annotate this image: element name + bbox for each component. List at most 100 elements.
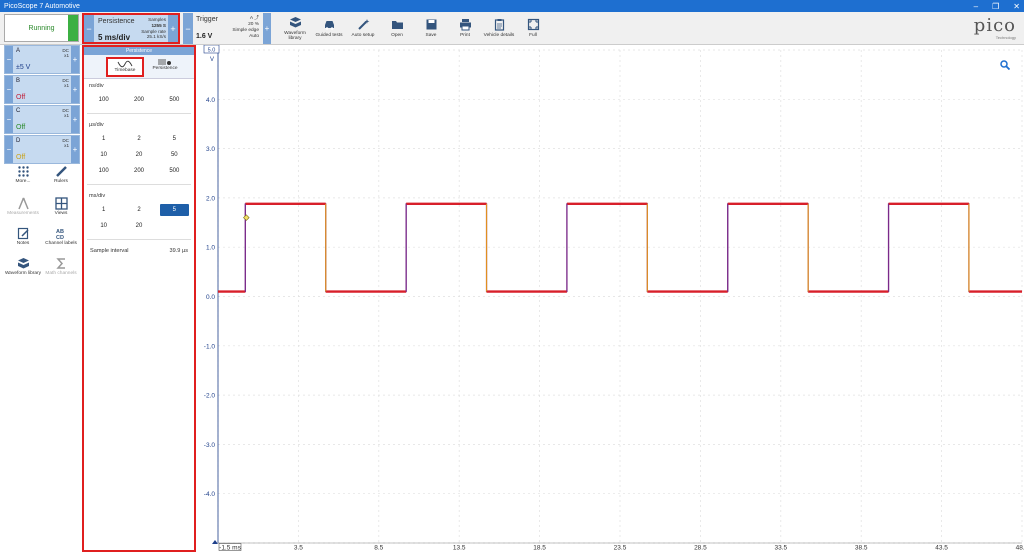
timebase-option[interactable]: 200: [121, 165, 156, 177]
channel-d-decrease-button[interactable]: −: [5, 136, 13, 163]
rulers-button[interactable]: Rulers: [42, 165, 80, 189]
print-button[interactable]: Print: [448, 13, 482, 43]
guided-tests-button[interactable]: Guided tests: [312, 13, 346, 43]
channel-c[interactable]: − C DC x1 Off +: [4, 105, 80, 134]
timebase-option[interactable]: 2: [121, 204, 156, 216]
more-button[interactable]: More...: [4, 165, 42, 189]
y-tick-label: -4.0: [204, 491, 216, 498]
y-tick-label: 4.0: [206, 97, 215, 104]
channel-b[interactable]: − B DC x1 Off +: [4, 75, 80, 104]
toolbar-tools: Waveform library Guided tests Auto setup…: [278, 13, 550, 43]
sample-interval-value: 39.9 µs: [169, 248, 188, 254]
trigger-control[interactable]: − Trigger 1.6 V A ⤴ 20 % Simple edge Aut…: [183, 13, 271, 44]
tab-timebase[interactable]: Timebase: [106, 57, 144, 77]
timebase-option[interactable]: 20: [121, 149, 156, 161]
channel-b-range[interactable]: Off: [16, 94, 25, 101]
timebase-option[interactable]: 100: [86, 165, 121, 177]
trigger-level[interactable]: 1.6 V: [196, 33, 212, 40]
views-icon: [54, 197, 68, 210]
close-button[interactable]: ✕: [1013, 2, 1020, 11]
y-tick-label: 3.0: [206, 146, 215, 153]
waveform-library-button[interactable]: Waveform library: [278, 13, 312, 43]
x-tick-label: 18.5: [533, 545, 546, 552]
channel-a-decrease-button[interactable]: −: [5, 46, 13, 73]
y-tick-label: -1.0: [204, 343, 216, 350]
car-icon: [324, 21, 334, 30]
math-channels-button: Math channels: [42, 257, 80, 281]
run-stop-button[interactable]: Running: [4, 14, 79, 42]
notes-icon: [17, 227, 29, 240]
timebase-decrease-button[interactable]: −: [84, 15, 94, 42]
tab-persistence[interactable]: Persistence: [148, 57, 182, 77]
divider: [87, 239, 191, 240]
timebase-option[interactable]: 10: [86, 149, 121, 161]
channel-c-increase-button[interactable]: +: [71, 106, 79, 133]
channel-c-range[interactable]: Off: [16, 124, 25, 131]
channel-a[interactable]: − A DC x1 ±5 V +: [4, 45, 80, 74]
ms-div-options: 1 2 5 10 20: [84, 201, 194, 235]
timebase-option[interactable]: 200: [121, 94, 156, 106]
timebase-option-selected[interactable]: 5: [159, 204, 189, 216]
save-icon: [426, 19, 436, 30]
timebase-option[interactable]: 1: [86, 133, 121, 145]
channel-labels-button[interactable]: AB CD Channel labels: [42, 227, 80, 251]
channel-c-decrease-button[interactable]: −: [5, 106, 13, 133]
auto-setup-button[interactable]: Auto setup: [346, 13, 380, 43]
trigger-info: A ⤴ 20 % Simple edge Auto: [229, 16, 259, 40]
channel-b-increase-button[interactable]: +: [71, 76, 79, 103]
timebase-option[interactable]: 500: [157, 94, 192, 106]
vehicle-details-button[interactable]: Vehicle details: [482, 13, 516, 43]
scope-view[interactable]: 4.0 3.0 2.0 1.0 0.0 -1.0 -2.0 -3.0 -4.0 5.0 V -1.5 …: [196, 44, 1024, 552]
timebase-option[interactable]: 5: [157, 133, 192, 145]
x-tick-label: 33.5: [774, 545, 787, 552]
views-button[interactable]: Views: [42, 197, 80, 221]
y-tick-label: -2.0: [204, 393, 216, 400]
timebase-option[interactable]: 50: [157, 149, 192, 161]
measure-icon: [17, 197, 29, 210]
folder-icon: [391, 21, 403, 29]
channel-d-increase-button[interactable]: +: [71, 136, 79, 163]
x-tick-label: -1.5 ms: [219, 545, 241, 552]
timebase-option[interactable]: 10: [86, 220, 121, 232]
channel-a-range[interactable]: ±5 V: [16, 64, 30, 71]
zoom-icon[interactable]: [1000, 60, 1010, 70]
channel-a-name: A: [16, 48, 21, 54]
minimize-button[interactable]: –: [974, 2, 978, 11]
channel-b-decrease-button[interactable]: −: [5, 76, 13, 103]
pico-logo: pico Technology: [973, 15, 1016, 40]
timebase-increase-button[interactable]: +: [168, 15, 178, 42]
timebase-value[interactable]: 5 ms/div: [98, 33, 130, 42]
trigger-decrease-button[interactable]: −: [183, 13, 193, 44]
full-screen-button[interactable]: Full: [516, 13, 550, 43]
trigger-increase-button[interactable]: +: [263, 13, 271, 44]
us-div-label: µs/div: [89, 122, 104, 128]
x-tick-label: 3.5: [294, 545, 303, 552]
notes-button[interactable]: Notes: [4, 227, 42, 251]
sigma-icon: [55, 258, 65, 269]
channel-a-coupling: DC x1: [62, 48, 69, 58]
x-tick-label: 28.5: [694, 545, 707, 552]
save-button[interactable]: Save: [414, 13, 448, 43]
sample-interval-label: Sample interval: [90, 248, 129, 254]
timebase-option[interactable]: 100: [86, 94, 121, 106]
ms-div-label: ms/div: [89, 193, 106, 199]
open-button[interactable]: Open: [380, 13, 414, 43]
timebase-option[interactable]: 500: [157, 165, 192, 177]
persistence-control[interactable]: − Persistence 5 ms/div Samples 1255 S Sa…: [82, 13, 180, 44]
x-tick-label: 13.5: [453, 545, 466, 552]
timebase-option[interactable]: 1: [86, 204, 121, 216]
channel-d[interactable]: − D DC x1 Off +: [4, 135, 80, 164]
waveform-library-side-button[interactable]: Waveform library: [4, 257, 42, 281]
abcd-icon: ABCD: [56, 229, 64, 240]
maximize-button[interactable]: ❐: [992, 2, 999, 11]
run-indicator: [68, 15, 78, 41]
channel-d-range[interactable]: Off: [16, 154, 25, 161]
us-div-options: 1 2 5 10 20 50 100 200 500: [84, 130, 194, 180]
run-status-label: Running: [28, 24, 55, 32]
channel-c-coupling: DC x1: [62, 108, 69, 118]
timebase-option[interactable]: 20: [121, 220, 156, 232]
channel-d-coupling: DC x1: [62, 138, 69, 148]
scope-graph[interactable]: 4.0 3.0 2.0 1.0 0.0 -1.0 -2.0 -3.0 -4.0 5.0 V -1.5 …: [196, 44, 1024, 552]
timebase-option[interactable]: 2: [121, 133, 156, 145]
channel-a-increase-button[interactable]: +: [71, 46, 79, 73]
